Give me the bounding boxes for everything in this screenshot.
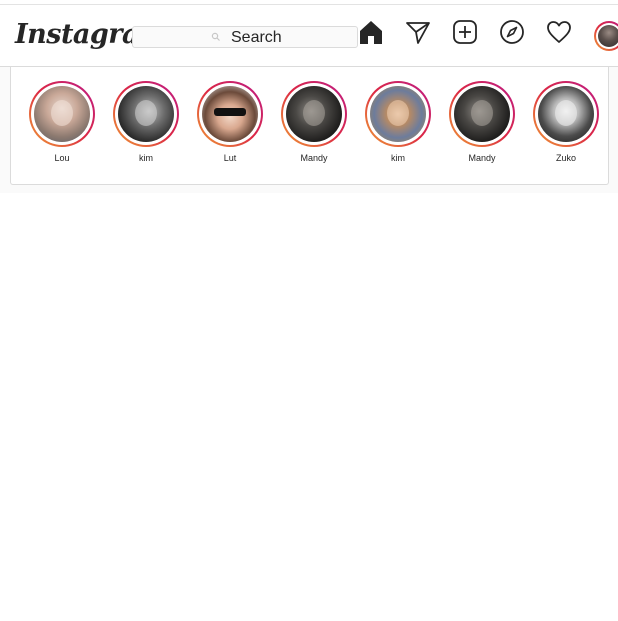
story-avatar bbox=[202, 86, 258, 142]
story-username: Zuko bbox=[555, 153, 576, 163]
direct-message-icon[interactable] bbox=[405, 19, 431, 45]
story-avatar bbox=[454, 86, 510, 142]
profile-avatar[interactable] bbox=[594, 21, 618, 51]
story-avatar bbox=[538, 86, 594, 142]
story-username: Lut bbox=[223, 153, 237, 163]
story-username: Lou bbox=[54, 153, 70, 163]
story-username: kim bbox=[391, 153, 405, 163]
home-icon[interactable] bbox=[358, 19, 384, 45]
story-ring bbox=[113, 81, 179, 147]
search-input[interactable]: Search bbox=[132, 26, 358, 48]
story-avatar bbox=[286, 86, 342, 142]
story-item[interactable]: Lou bbox=[27, 81, 97, 164]
new-post-icon[interactable] bbox=[452, 19, 478, 45]
activity-heart-icon[interactable] bbox=[546, 19, 572, 45]
story-item[interactable]: kim bbox=[363, 81, 433, 164]
story-ring bbox=[533, 81, 599, 147]
story-avatar bbox=[118, 86, 174, 142]
story-username: Mandy bbox=[300, 153, 328, 163]
story-item[interactable]: Mandy bbox=[447, 81, 517, 164]
story-ring bbox=[365, 81, 431, 147]
top-nav-bar: Instagram Search bbox=[0, 4, 618, 67]
story-ring bbox=[281, 81, 347, 147]
story-item[interactable]: Lut bbox=[195, 81, 265, 164]
story-item[interactable]: Zuko bbox=[531, 81, 601, 164]
explore-icon[interactable] bbox=[499, 19, 525, 45]
story-item[interactable]: Mandy bbox=[279, 81, 349, 164]
stories-tray: Lou kim Lut Mandy kim Mandy Zuko bbox=[10, 67, 609, 185]
story-ring bbox=[449, 81, 515, 147]
story-avatar bbox=[34, 86, 90, 142]
search-icon bbox=[211, 32, 220, 41]
story-username: Mandy bbox=[468, 153, 496, 163]
story-ring bbox=[29, 81, 95, 147]
story-ring bbox=[197, 81, 263, 147]
story-item[interactable]: kim bbox=[111, 81, 181, 164]
story-avatar bbox=[370, 86, 426, 142]
search-placeholder: Search bbox=[231, 29, 282, 46]
story-username: kim bbox=[139, 153, 153, 163]
